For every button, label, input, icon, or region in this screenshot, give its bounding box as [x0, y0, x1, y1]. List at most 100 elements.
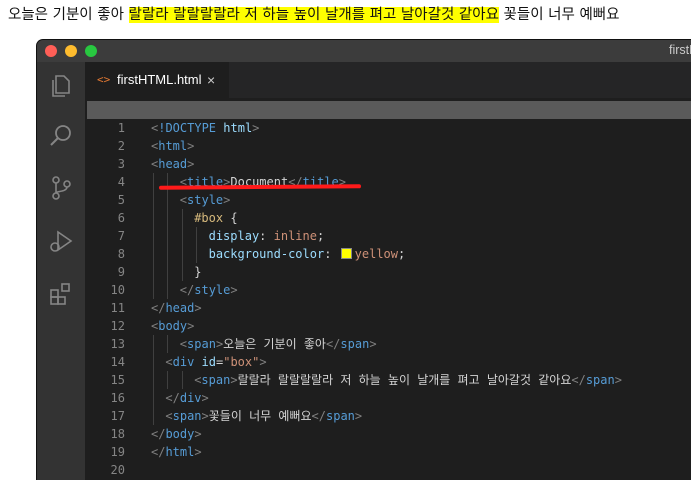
indent-guide — [181, 245, 183, 263]
indent-guide — [196, 227, 198, 245]
code-token: span — [187, 337, 216, 351]
indent-guide — [167, 335, 169, 353]
code-text: <span>꽃들이 너무 예뻐요</span> — [165, 407, 362, 425]
indent-guide — [181, 227, 183, 245]
extensions-icon[interactable] — [47, 280, 75, 308]
code-token: > — [187, 139, 195, 153]
code-token: > — [230, 373, 238, 387]
code-line[interactable]: 11 </head> — [85, 299, 691, 317]
indent-guide — [167, 263, 169, 281]
code-line[interactable]: 18 </body> — [85, 425, 691, 443]
tab-bar: <> firstHTML.html × — [85, 62, 691, 98]
code-line[interactable]: 14 <div id="box"> — [85, 353, 691, 371]
code-token: > — [194, 445, 202, 459]
code-line[interactable]: 16 </div> — [85, 389, 691, 407]
indent-guide — [196, 245, 198, 263]
code-token: background-color — [208, 247, 325, 261]
explorer-icon[interactable] — [47, 72, 75, 100]
code-text: <span>랄랄라 랄랄랄랄라 저 하늘 높이 날개를 펴고 날아갈것 같아요<… — [194, 371, 622, 389]
indent-guide — [181, 209, 183, 227]
code-text: <style> — [180, 191, 231, 209]
code-token: < — [179, 193, 188, 207]
code-text: } — [194, 263, 201, 281]
code-text: display: inline; — [209, 227, 325, 245]
code-text: </style> — [180, 281, 238, 299]
code-token: "box" — [223, 355, 260, 369]
zoom-window-button[interactable] — [85, 45, 97, 57]
run-debug-icon[interactable] — [47, 227, 75, 255]
code-text: <body> — [151, 317, 194, 335]
code-token: style — [187, 193, 224, 207]
indent-guide — [153, 191, 154, 209]
code-token: body — [158, 319, 188, 333]
color-swatch-icon[interactable] — [340, 248, 352, 259]
code-text: </html> — [151, 443, 202, 461]
code-text: </div> — [165, 389, 208, 407]
line-number: 13 — [110, 337, 125, 351]
rendered-span-2: 꽃들이 너무 예뻐요 — [498, 7, 620, 23]
code-token: </ — [151, 301, 166, 315]
code-line[interactable]: 9} — [85, 263, 691, 281]
code-line[interactable]: 10 </style> — [85, 281, 691, 299]
code-token: : — [259, 229, 274, 243]
code-token: span — [340, 337, 370, 351]
code-token: > — [252, 121, 260, 135]
rendered-highlight-span: 랄랄라 랄랄랄랄라 저 하늘 높이 날개를 펴고 날아갈것 같아요 — [128, 7, 499, 23]
code-token: 꽃들이 너무 예뻐요 — [208, 409, 312, 423]
code-text: <span>오늘은 기분이 좋아</span> — [180, 335, 377, 353]
code-line[interactable]: 17 <span>꽃들이 너무 예뻐요</span> — [85, 407, 691, 425]
code-line[interactable]: 13 <span>오늘은 기분이 좋아</span> — [85, 335, 691, 353]
indent-guide — [153, 209, 154, 227]
line-number: 2 — [117, 139, 125, 153]
code-token: : — [324, 247, 339, 261]
code-token: > — [223, 193, 231, 207]
code-token: { — [223, 211, 238, 225]
code-token: > — [259, 355, 267, 369]
line-number: 15 — [110, 373, 125, 387]
code-token: > — [614, 373, 622, 387]
code-line[interactable]: 19 </html> — [85, 443, 691, 461]
code-token: > — [194, 427, 202, 441]
code-token: html — [165, 445, 195, 459]
code-line[interactable]: 7 display: inline; — [85, 227, 691, 245]
code-token: </ — [325, 337, 341, 351]
code-line[interactable]: 6 #box { — [85, 209, 691, 227]
line-number: 10 — [110, 283, 125, 297]
code-line[interactable]: 8 background-color: yellow; — [85, 245, 691, 263]
code-line[interactable]: 12 <body> — [85, 317, 691, 335]
close-window-button[interactable] — [45, 45, 57, 57]
line-number: 6 — [117, 211, 125, 225]
code-token: !DOCTYPE — [158, 121, 217, 135]
tab-firsthtml[interactable]: <> firstHTML.html × — [85, 62, 229, 98]
code-token: ; — [398, 247, 406, 261]
indent-guide — [153, 173, 154, 191]
minimize-window-button[interactable] — [65, 45, 77, 57]
source-control-icon[interactable] — [47, 174, 75, 202]
line-number: 4 — [117, 175, 125, 189]
line-number: 3 — [117, 157, 125, 171]
code-line[interactable]: 2 <html> — [85, 137, 691, 155]
code-token: ; — [316, 229, 325, 243]
search-icon[interactable] — [47, 122, 75, 150]
window-title: firstHTML.html — [669, 43, 691, 57]
code-token: > — [369, 337, 377, 351]
code-text: </head> — [151, 299, 202, 317]
code-token: </ — [151, 427, 166, 441]
code-token: display — [208, 229, 260, 243]
code-token: > — [194, 301, 202, 315]
code-line[interactable]: 3 <head> — [85, 155, 691, 173]
breadcrumb-bar — [87, 101, 691, 119]
indent-guide — [167, 209, 169, 227]
code-token: > — [187, 319, 195, 333]
code-editor[interactable]: 1 <!DOCTYPE html> 2 <html> 3 <head> 4 <title>Do… — [85, 119, 691, 480]
code-line[interactable]: 15 <span>랄랄라 랄랄랄랄라 저 하늘 높이 날개를 펴고 날아갈것 같아… — [85, 371, 691, 389]
html-file-icon: <> — [97, 73, 111, 86]
indent-guide — [153, 281, 154, 299]
code-line[interactable]: 5 <style> — [85, 191, 691, 209]
close-icon[interactable]: × — [207, 62, 215, 98]
line-number: 7 — [117, 229, 125, 243]
code-line[interactable]: 20 — [85, 461, 691, 479]
indent-guide — [153, 245, 154, 263]
code-line[interactable]: 1 <!DOCTYPE html> — [85, 119, 691, 137]
line-number: 17 — [110, 409, 125, 423]
